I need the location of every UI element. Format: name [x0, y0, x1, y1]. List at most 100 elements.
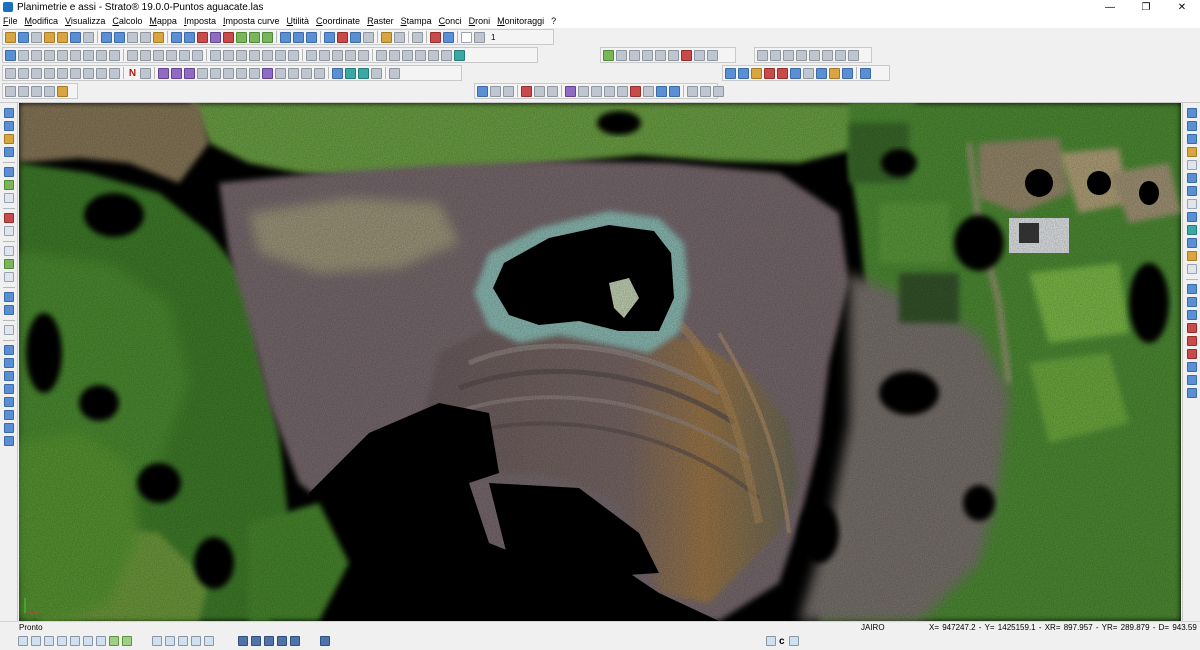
menu-stampa[interactable]: Stampa — [401, 16, 432, 26]
tool-icon[interactable] — [306, 49, 317, 61]
iso-view-icon[interactable] — [264, 636, 274, 646]
tool-icon[interactable] — [171, 67, 182, 79]
tool-icon[interactable] — [822, 49, 833, 61]
tool-icon[interactable] — [262, 67, 273, 79]
tool-icon[interactable] — [210, 67, 221, 79]
zoom-extents-icon[interactable] — [70, 636, 80, 646]
color-swatch[interactable] — [461, 31, 472, 43]
menu-utilita[interactable]: Utilità — [287, 16, 310, 26]
tool-icon[interactable] — [3, 272, 14, 282]
tool-icon[interactable] — [3, 193, 14, 203]
tool-icon[interactable] — [707, 49, 718, 61]
tool-icon[interactable] — [314, 67, 325, 79]
tool-icon[interactable] — [617, 85, 628, 97]
tool-icon[interactable] — [1186, 251, 1197, 261]
window-icon[interactable] — [642, 49, 653, 61]
tool-icon[interactable] — [848, 49, 859, 61]
tool-icon[interactable] — [3, 358, 14, 368]
window-icon[interactable] — [629, 49, 640, 61]
drawing-canvas[interactable] — [19, 103, 1181, 621]
tool-icon[interactable] — [275, 67, 286, 79]
tool-icon[interactable] — [1186, 284, 1197, 294]
tool-icon[interactable] — [1186, 375, 1197, 385]
help-icon[interactable] — [443, 31, 454, 43]
iso-view-icon[interactable] — [238, 636, 248, 646]
tool-icon[interactable] — [262, 49, 273, 61]
tool-icon[interactable] — [547, 85, 558, 97]
ruler-icon[interactable] — [381, 31, 392, 43]
tool-icon[interactable] — [3, 180, 14, 190]
tool-icon[interactable] — [288, 49, 299, 61]
tool-icon[interactable] — [3, 213, 14, 223]
tool-icon[interactable] — [803, 67, 814, 79]
tool-icon[interactable] — [197, 67, 208, 79]
car-icon[interactable] — [153, 31, 164, 43]
tool-icon[interactable] — [669, 85, 680, 97]
globe-icon[interactable] — [603, 49, 614, 61]
tool-icon[interactable] — [842, 67, 853, 79]
tool-icon[interactable] — [192, 49, 203, 61]
tool-icon[interactable] — [1186, 362, 1197, 372]
tool-icon[interactable] — [166, 49, 177, 61]
tool-icon[interactable] — [18, 85, 29, 97]
folder-icon[interactable] — [44, 31, 55, 43]
tool-icon[interactable] — [604, 85, 615, 97]
tool-icon[interactable] — [1186, 134, 1197, 144]
tool-icon[interactable] — [3, 121, 14, 131]
curve-tool-icon[interactable]: c — [779, 636, 785, 647]
tool-icon[interactable] — [1186, 297, 1197, 307]
tool-icon[interactable] — [275, 49, 286, 61]
menu-modifica[interactable]: Modifica — [25, 16, 59, 26]
tool-icon[interactable] — [816, 67, 827, 79]
menu-calcolo[interactable]: Calcolo — [112, 16, 142, 26]
graph-icon[interactable] — [210, 31, 221, 43]
tool-icon[interactable] — [441, 49, 452, 61]
window-icon[interactable] — [616, 49, 627, 61]
tool-icon[interactable] — [3, 259, 14, 269]
tool-icon[interactable] — [656, 85, 667, 97]
tool-icon[interactable] — [3, 371, 14, 381]
tool-icon[interactable] — [1186, 323, 1197, 333]
tool-icon[interactable] — [1186, 336, 1197, 346]
menu-imposta[interactable]: Imposta — [184, 16, 216, 26]
maximize-button[interactable]: ❐ — [1128, 0, 1164, 14]
render-icon[interactable] — [320, 636, 330, 646]
table-icon[interactable] — [363, 31, 374, 43]
tool-icon[interactable] — [358, 49, 369, 61]
zoom-window-icon[interactable] — [293, 31, 304, 43]
menu-coordinate[interactable]: Coordinate — [316, 16, 360, 26]
tool-icon[interactable] — [3, 292, 14, 302]
image-icon[interactable] — [5, 49, 16, 61]
tool-icon[interactable] — [713, 85, 724, 97]
tool-icon[interactable] — [809, 49, 820, 61]
tool-icon[interactable] — [3, 436, 14, 446]
monitor-icon[interactable] — [332, 67, 343, 79]
tool-icon[interactable] — [3, 397, 14, 407]
tool-icon[interactable] — [210, 49, 221, 61]
tool-icon[interactable] — [5, 67, 16, 79]
layer-icon[interactable] — [236, 31, 247, 43]
tool-icon[interactable] — [70, 67, 81, 79]
tool-icon[interactable] — [109, 49, 120, 61]
export-icon[interactable] — [262, 31, 273, 43]
zoom-all-icon[interactable] — [83, 636, 93, 646]
new-file-icon[interactable] — [5, 31, 16, 43]
line-tool-icon[interactable] — [114, 31, 125, 43]
tool-icon[interactable] — [18, 67, 29, 79]
target-icon[interactable] — [337, 31, 348, 43]
tool-icon[interactable] — [700, 85, 711, 97]
tool-icon[interactable] — [503, 85, 514, 97]
tool-icon[interactable] — [31, 85, 42, 97]
grid-icon[interactable] — [171, 31, 182, 43]
view-back-icon[interactable] — [165, 636, 175, 646]
tool-icon[interactable] — [681, 49, 692, 61]
tool-icon[interactable] — [1186, 199, 1197, 209]
iso-view-icon[interactable] — [290, 636, 300, 646]
tool-icon[interactable] — [345, 67, 356, 79]
menu-raster[interactable]: Raster — [367, 16, 394, 26]
tool-icon[interactable] — [127, 49, 138, 61]
tool-icon[interactable] — [694, 49, 705, 61]
tool-icon[interactable] — [140, 49, 151, 61]
tool-icon[interactable] — [3, 410, 14, 420]
view-left-icon[interactable] — [178, 636, 188, 646]
